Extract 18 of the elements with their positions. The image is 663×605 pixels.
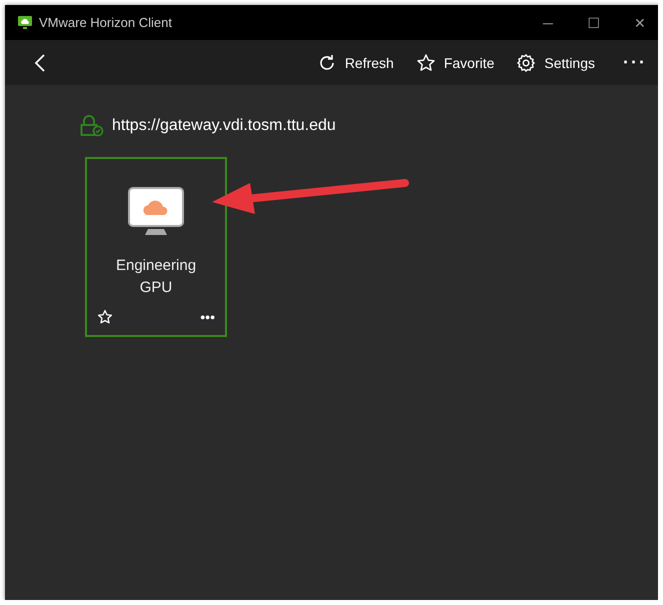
settings-button[interactable]: Settings (508, 48, 604, 76)
favorite-button[interactable] (97, 309, 113, 325)
back-button[interactable] (33, 52, 47, 72)
close-button[interactable]: ✕ (617, 14, 658, 30)
desktop-name: Engineering GPU (116, 256, 196, 298)
secure-lock-icon (80, 115, 104, 137)
favorite-button[interactable]: Favorite (408, 48, 502, 76)
maximize-button[interactable]: ☐ (571, 14, 617, 30)
minimize-button[interactable]: ─ (525, 14, 571, 30)
more-button[interactable]: ··· (617, 52, 653, 73)
app-logo-icon (17, 14, 33, 30)
window-title: VMware Horizon Client (39, 15, 172, 30)
refresh-button[interactable]: Refresh (308, 48, 402, 76)
more-button[interactable]: ••• (200, 309, 215, 325)
star-icon (416, 52, 436, 72)
settings-icon (516, 52, 536, 72)
desktop-tile[interactable]: Engineering GPU ••• (85, 157, 227, 337)
server-url: https://gateway.vdi.tosm.ttu.edu (112, 117, 336, 135)
